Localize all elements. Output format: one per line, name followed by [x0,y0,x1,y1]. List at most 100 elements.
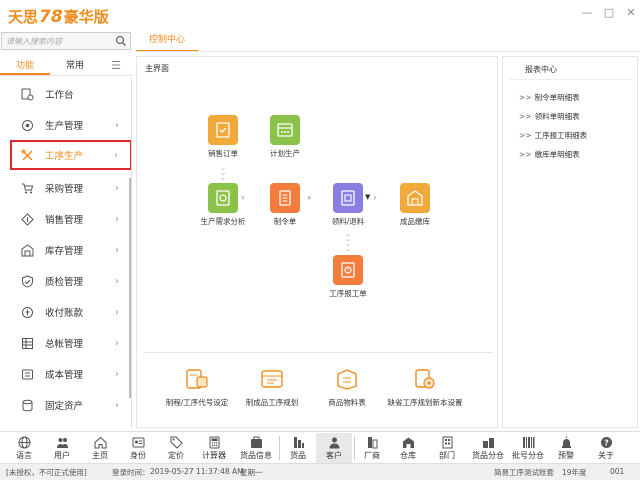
sidebar-item-quality[interactable]: 质检管理 › [0,266,131,296]
flow-node-label: 制令单 [273,217,297,226]
main-panel: 主界面 销售订单 计划生产 ⌄ ⌄ ⌄ 生产需求分析 ››››› 制令单 ›››››… [136,56,498,428]
toolbar-goods[interactable]: 货品 [280,433,316,463]
toolbar-alarm[interactable]: 预警 [548,433,584,463]
fiscal-year: 19年度 [562,468,587,477]
sidebar-item-label: 工作台 [45,90,74,101]
title-bar: 天思78豪华版 — □ ✕ [0,0,640,30]
bom-icon [334,367,360,391]
sales-icon [20,212,34,226]
users-icon [55,435,69,449]
bottom-toolbar: 语言 用户 主页 身份 定价 计算器 货品信息 货品 客户 厂商 仓库 部门 货… [0,431,640,463]
minimize-button[interactable]: — [582,7,593,18]
sidebar-item-label: 采购管理 [45,184,84,195]
report-link-stock-in[interactable]: >> 缴库单明细表 [519,149,580,160]
toolbar-label: 厂商 [364,451,380,460]
search-icon[interactable] [115,35,127,47]
toolbar-pricing[interactable]: 定价 [158,433,194,463]
report-link-label: 制令单明细表 [534,93,580,102]
flow-node-plan-production[interactable]: 计划生产 [255,115,315,159]
toolbar-label: 预警 [558,451,574,460]
sidebar-item-payment[interactable]: 收付账款 › [0,297,131,327]
report-link-work-order[interactable]: >> 制令单明细表 [519,92,580,103]
alarm-icon [559,435,573,449]
report-link-process-report[interactable]: >> 工序报工明细表 [519,130,587,141]
toolbar-users[interactable]: 用户 [44,433,80,463]
user-id: 001 [610,467,625,476]
maximize-button[interactable]: □ [604,7,614,18]
workbench-icon [20,87,34,101]
toolbar-identity[interactable]: 身份 [120,433,156,463]
sidebar-item-purchase[interactable]: 采购管理 › [0,173,131,203]
toolbar-vendor[interactable]: 厂商 [354,433,390,463]
hamburger-menu-icon[interactable]: ☰ [100,56,132,75]
shield-check-icon [20,274,34,288]
logo-prefix: 天思 [8,8,39,26]
sidebar-item-label: 质检管理 [45,277,84,288]
double-chevron-icon: >> [519,150,532,159]
sidebar-scrollbar[interactable] [129,178,131,398]
chevron-right-icon: › [115,275,119,287]
asset-icon [20,398,34,412]
report-link-material[interactable]: >> 领料单明细表 [519,111,580,122]
toolbar-language[interactable]: 语言 [6,433,42,463]
flow-node-demand-analysis[interactable]: 生产需求分析 [193,183,253,227]
batch-icon [521,435,535,449]
toolbar-label: 部门 [439,451,455,460]
sidebar-item-inventory[interactable]: 库存管理 › [0,235,131,265]
toolbar-calculator[interactable]: 计算器 [196,433,232,463]
shortcut-bom[interactable]: 商品物料表 [302,367,392,408]
login-time-value: 2019-05-27 11:37:48 AM [150,467,244,476]
toolbar-warehouse[interactable]: 仓库 [390,433,426,463]
flow-arrow-down: ⌄ ⌄ ⌄ [219,163,227,182]
sidebar-item-ledger[interactable]: 总帐管理 › [0,328,131,358]
status-bar: [未授权，不可正式使用] 登录时间： 2019-05-27 11:37:48 A… [0,463,640,480]
dropdown-arrow-icon[interactable]: ▼ [365,193,370,201]
settings-doc-icon [412,367,438,391]
flow-node-material[interactable]: 领料/退料 [318,183,378,227]
toolbar-label: 主页 [92,451,108,460]
toolbar-label: 身份 [130,451,146,460]
toolbar-goods-split[interactable]: 货品分仓 [468,433,508,463]
toolbar-about[interactable]: ? 关于 [588,433,624,463]
sidebar-item-label: 工序生产 [45,151,84,162]
sidebar-item-process-production[interactable]: 工序生产 › [10,140,131,170]
analysis-icon [208,183,238,213]
warehouse-icon [20,243,34,257]
plan-icon [270,115,300,145]
tab-control-center[interactable]: 控制中心 [136,30,198,52]
production-icon [20,118,34,132]
chevron-right-icon: › [115,182,119,194]
shortcut-default-process-setting[interactable]: 缺省工序规划新本设置 [380,367,470,408]
toolbar-batch[interactable]: 批号分仓 [508,433,548,463]
flow-node-work-order[interactable]: 制令单 [255,183,315,227]
chevron-right-icon: › [115,337,119,349]
flow-node-label: 销售订单 [208,149,238,158]
toolbar-label: 语言 [16,451,32,460]
search-input[interactable] [2,33,112,49]
flow-node-stock-in[interactable]: 成品缴库 [385,183,445,227]
sidebar-item-cost[interactable]: 成本管理 › [0,359,131,389]
toolbar-home[interactable]: 主页 [82,433,118,463]
sidebar-item-workbench[interactable]: 工作台 [0,79,131,109]
sidebar-item-production[interactable]: 生产管理 › [0,110,131,140]
flow-arrow-down: ⌄ ⌄ ⌄ ⌄ [344,229,352,253]
toolbar-label: 用户 [54,451,70,460]
toolbar-goods-info[interactable]: 货品信息 [236,433,276,463]
toolbar-customer[interactable]: 客户 [316,433,352,463]
customer-icon [327,435,341,449]
language-icon [17,435,31,449]
flow-node-process-report[interactable]: 工序报工单 [318,255,378,299]
goods-icon [291,435,305,449]
sidebar-item-fixed-assets[interactable]: 固定资产 › [0,390,131,420]
tab-functions[interactable]: 功能 [0,56,50,75]
report-link-label: 缴库单明细表 [534,150,580,159]
report-link-label: 领料单明细表 [534,112,580,121]
toolbar-label: 货品 [290,451,306,460]
sidebar-item-sales[interactable]: 销售管理 › [0,204,131,234]
flow-node-sales-order[interactable]: 销售订单 [193,115,253,159]
toolbar-department[interactable]: 部门 [429,433,465,463]
tab-favorites[interactable]: 常用 [50,56,100,75]
sidebar-item-label: 固定资产 [45,401,84,412]
close-button[interactable]: ✕ [626,7,636,18]
main-panel-title: 主界面 [145,64,169,73]
